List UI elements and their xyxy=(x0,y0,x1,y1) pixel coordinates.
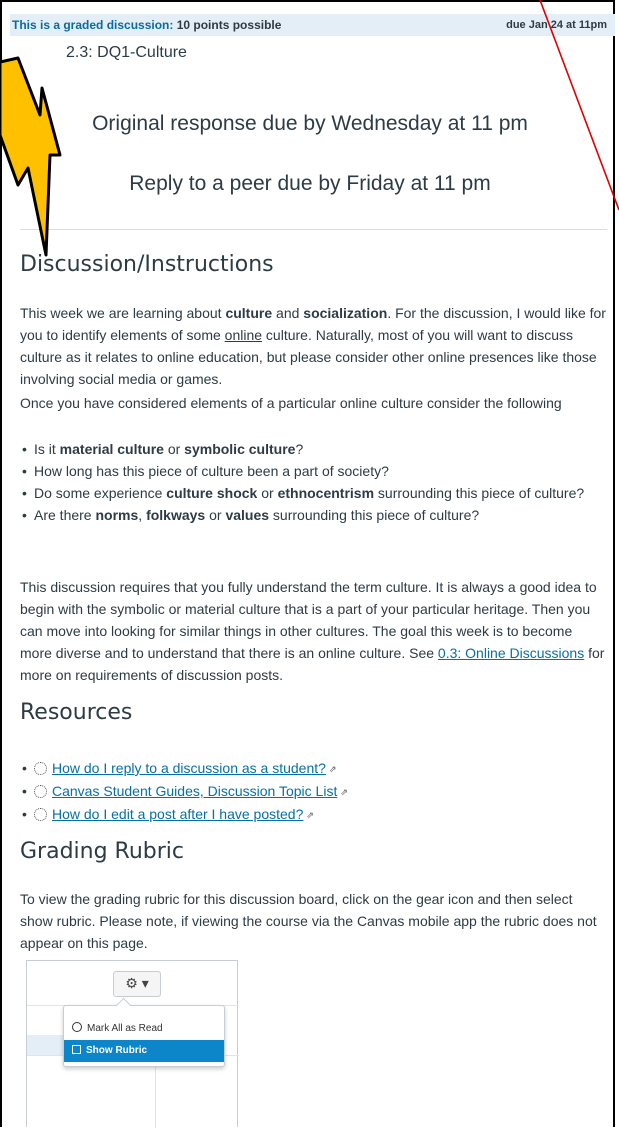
question-list: Is it material culture or symbolic cultu… xyxy=(20,438,608,526)
canvas-guides-icon xyxy=(34,808,47,821)
b3-bold-2: ethnocentrism xyxy=(277,485,375,501)
list-item: Are there norms, folkways or values surr… xyxy=(20,504,608,526)
external-link-icon: ⇗ xyxy=(340,787,348,797)
resource-link-edit[interactable]: How do I edit a post after I have posted… xyxy=(52,806,303,822)
due-date: due Jan 24 at 11pm xyxy=(506,19,607,31)
list-item: Do some experience culture shock or ethn… xyxy=(20,482,608,504)
external-link-icon: ⇗ xyxy=(328,764,337,774)
canvas-guides-icon xyxy=(34,762,47,775)
points-possible: 10 points possible xyxy=(176,18,282,32)
discussion-heading: Discussion/Instructions xyxy=(20,252,274,277)
graded-label-text: This is a graded discussion: xyxy=(12,18,174,32)
p1-underline-online: online xyxy=(224,327,263,343)
resources-list: How do I reply to a discussion as a stud… xyxy=(20,757,608,826)
b1-d: ? xyxy=(295,441,304,457)
rubric-icon xyxy=(72,1045,81,1054)
resource-item: How do I edit a post after I have posted… xyxy=(20,803,608,826)
b1-bold-2: symbolic culture xyxy=(184,441,296,457)
b4-bold-2: folkways xyxy=(146,507,206,523)
b4-c: , xyxy=(138,507,147,523)
divider xyxy=(20,229,607,230)
show-rubric-item: Show Rubric xyxy=(64,1040,224,1062)
resources-heading: Resources xyxy=(20,700,133,725)
content-frame xyxy=(0,0,615,1127)
show-rubric-label: Show Rubric xyxy=(86,1045,148,1056)
mark-all-read-item: Mark All as Read xyxy=(64,1018,224,1040)
p1-text-a: This week we are learning about xyxy=(20,305,226,321)
b1-a: Is it xyxy=(34,441,60,457)
b4-bold-3: values xyxy=(225,507,270,523)
rubric-menu-screenshot: ⚙ ▾ Mark All as Read Show Rubric xyxy=(26,960,239,1128)
list-item: Is it material culture or symbolic cultu… xyxy=(20,438,608,460)
b4-a: Are there xyxy=(34,507,96,523)
discussion-paragraph-2: Once you have considered elements of a p… xyxy=(20,395,562,411)
b1-bold-1: material culture xyxy=(59,441,164,457)
resource-link-guides[interactable]: Canvas Student Guides, Discussion Topic … xyxy=(52,783,337,799)
gear-icon: ⚙ ▾ xyxy=(113,971,161,997)
circle-icon xyxy=(72,1022,82,1032)
discussion-paragraph-1: This week we are learning about culture … xyxy=(20,302,608,390)
graded-discussion-banner: This is a graded discussion: 10 points p… xyxy=(10,14,615,36)
external-link-icon: ⇗ xyxy=(306,810,314,820)
graded-label: This is a graded discussion: 10 points p… xyxy=(12,14,281,36)
canvas-guides-icon xyxy=(34,785,47,798)
reply-due: Reply to a peer due by Friday at 11 pm xyxy=(129,172,491,195)
screenshot-selected-row xyxy=(27,1035,67,1055)
settings-dropdown-menu: Mark All as Read Show Rubric xyxy=(63,1005,225,1067)
mark-all-read-label: Mark All as Read xyxy=(87,1023,163,1034)
b1-c: or xyxy=(163,441,185,457)
resource-item: How do I reply to a discussion as a stud… xyxy=(20,757,608,780)
grading-rubric-heading: Grading Rubric xyxy=(20,839,185,864)
p1-bold-socialization: socialization xyxy=(303,305,388,321)
online-discussions-link[interactable]: 0.3: Online Discussions xyxy=(438,645,584,661)
list-item: How long has this piece of culture been … xyxy=(20,460,608,482)
b4-e: surrounding this piece of culture? xyxy=(269,507,480,523)
b4-d: or xyxy=(205,507,226,523)
original-response-due: Original response due by Wednesday at 11… xyxy=(92,112,528,135)
b3-a: Do some experience xyxy=(34,485,167,501)
topic-title: 2.3: DQ1-Culture xyxy=(66,44,187,61)
p1-text-c: and xyxy=(272,305,304,321)
rubric-instructions: To view the grading rubric for this disc… xyxy=(20,891,597,951)
discussion-paragraph-3: This discussion requires that you fully … xyxy=(20,576,608,686)
resource-link-reply[interactable]: How do I reply to a discussion as a stud… xyxy=(52,760,326,776)
p1-bold-culture: culture xyxy=(225,305,273,321)
resource-item: Canvas Student Guides, Discussion Topic … xyxy=(20,780,608,803)
b3-bold-1: culture shock xyxy=(166,485,258,501)
b3-c: or xyxy=(257,485,278,501)
b3-d: surrounding this piece of culture? xyxy=(374,485,585,501)
b4-bold-1: norms xyxy=(95,507,139,523)
